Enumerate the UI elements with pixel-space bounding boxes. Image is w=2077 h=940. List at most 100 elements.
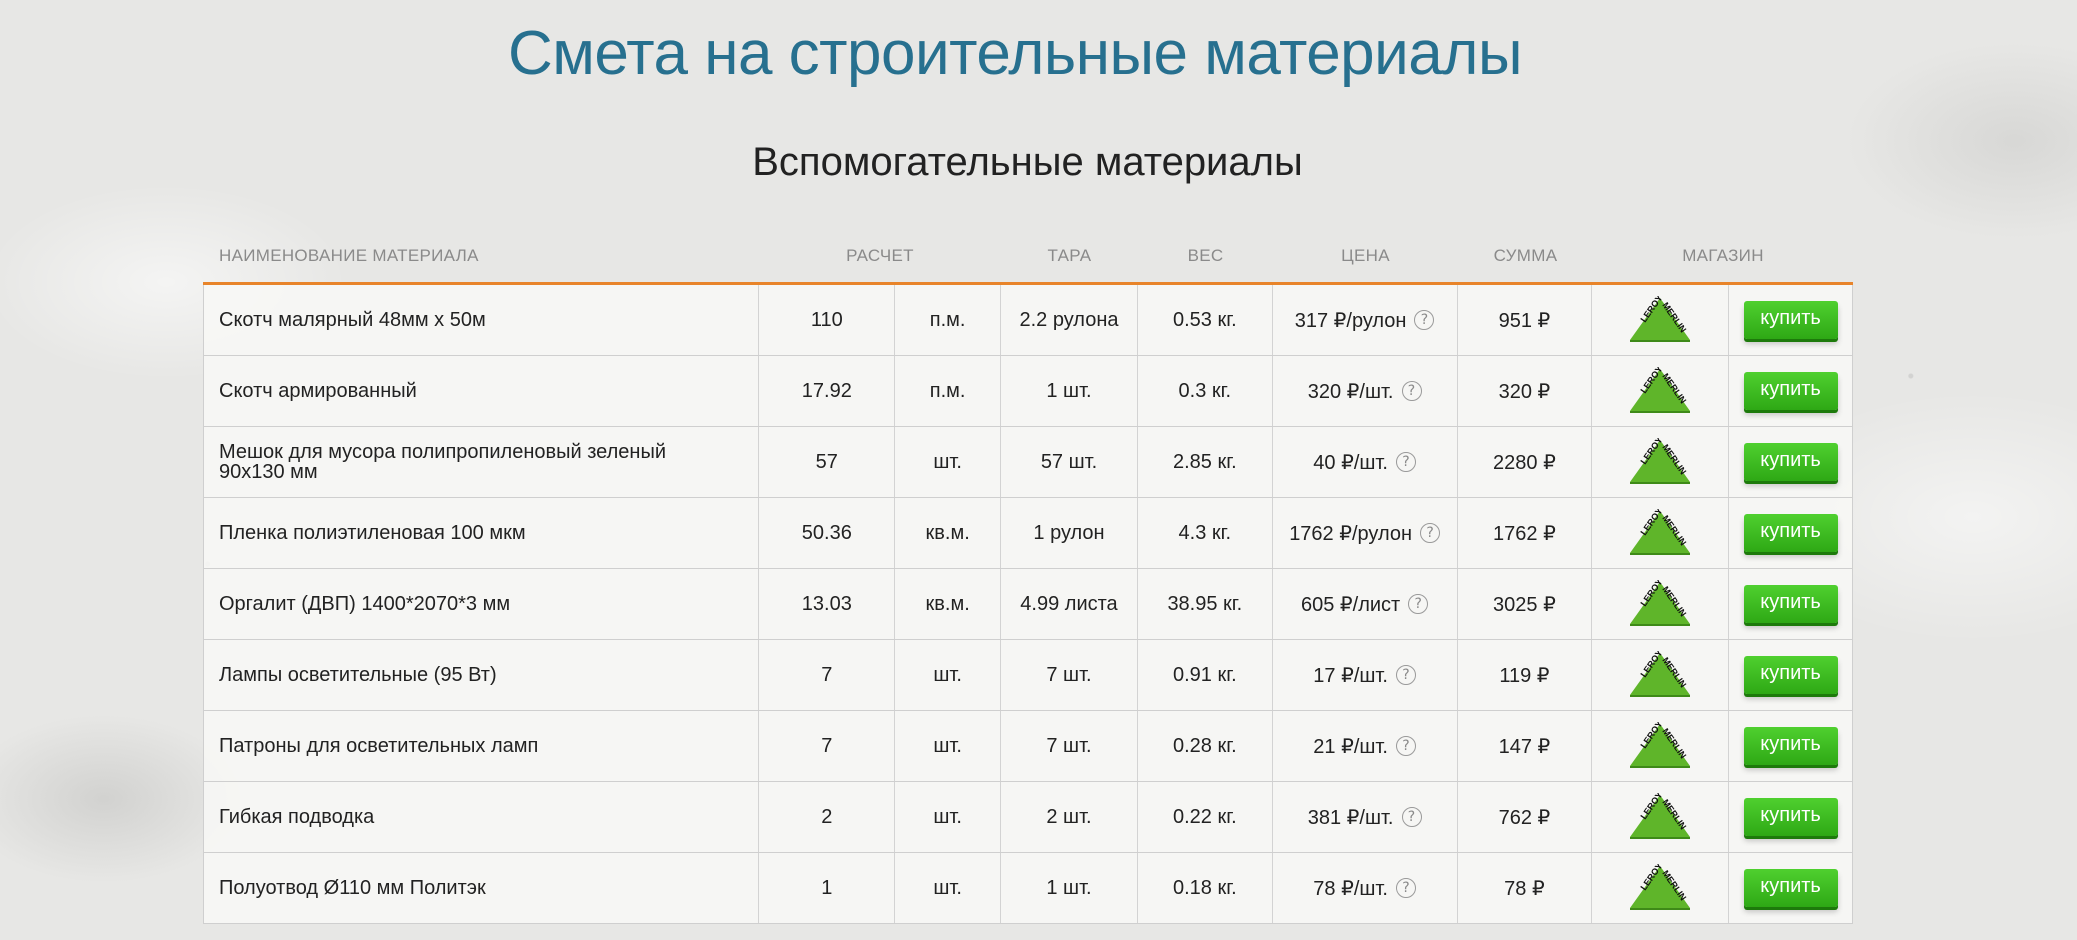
price-value: 320 ₽/шт. [1307,380,1394,403]
calc-unit: п.м. [895,356,1002,426]
table-row: Скотч малярный 48мм х 50м 110 п.м. 2.2 р… [204,285,1852,356]
sum-cell: 2280 ₽ [1458,427,1593,497]
buy-button[interactable]: купить [1743,585,1838,623]
header-calc: РАСЧЕТ [846,246,914,265]
buy-button[interactable]: купить [1743,301,1838,339]
shop-cell: LEROY MERLIN [1592,427,1730,497]
leroy-merlin-logo[interactable]: LEROY MERLIN [1628,651,1692,699]
tara-cell: 57 шт. [1001,427,1138,497]
weight-cell: 0.18 кг. [1138,853,1273,923]
buy-button[interactable]: купить [1743,869,1838,907]
header-tara: ТАРА [1047,246,1092,265]
calc-quantity: 17.92 [759,356,896,426]
buy-cell: купить [1729,427,1852,497]
calc-unit: шт. [895,427,1002,497]
tara-cell: 1 шт. [1001,853,1138,923]
price-value: 40 ₽/шт. [1313,451,1388,474]
help-icon[interactable]: ? [1414,310,1435,330]
price-cell: 605 ₽/лист ? [1273,569,1458,639]
buy-cell: купить [1729,640,1852,710]
page-title: Смета на строительные материалы [507,19,1523,88]
weight-cell: 0.91 кг. [1138,640,1273,710]
help-icon[interactable]: ? [1401,381,1422,401]
calc-quantity: 50.36 [759,498,896,568]
help-icon[interactable]: ? [1420,523,1441,543]
price-cell: 40 ₽/шт. ? [1273,427,1458,497]
calc-quantity: 2 [759,782,896,852]
calc-quantity: 7 [759,711,896,781]
table-row: Мешок для мусора полипропиленовый зелены… [204,427,1852,498]
calc-unit: п.м. [895,285,1002,355]
leroy-merlin-logo[interactable]: LEROY MERLIN [1628,722,1692,770]
calc-unit: шт. [895,782,1002,852]
sum-cell: 147 ₽ [1458,711,1593,781]
weight-cell: 0.22 кг. [1138,782,1273,852]
material-name: Пленка полиэтиленовая 100 мкм [204,498,760,568]
shop-cell: LEROY MERLIN [1592,498,1730,568]
leroy-merlin-logo[interactable]: LEROY MERLIN [1628,580,1692,628]
help-icon[interactable]: ? [1408,594,1429,614]
material-name: Патроны для осветительных ламп [204,711,760,781]
header-name: НАИМЕНОВАНИЕ МАТЕРИАЛА [219,246,479,265]
material-name: Скотч малярный 48мм х 50м [204,285,760,355]
shop-cell: LEROY MERLIN [1592,356,1730,426]
buy-button[interactable]: купить [1743,798,1838,836]
buy-button[interactable]: купить [1743,443,1838,481]
buy-button[interactable]: купить [1743,727,1838,765]
price-cell: 317 ₽/рулон ? [1273,285,1458,355]
calc-unit: кв.м. [895,498,1002,568]
tara-cell: 1 рулон [1001,498,1138,568]
header-price: ЦЕНА [1341,246,1390,265]
shop-cell: LEROY MERLIN [1592,782,1730,852]
price-cell: 381 ₽/шт. ? [1273,782,1458,852]
weight-cell: 0.53 кг. [1138,285,1273,355]
help-icon[interactable]: ? [1395,665,1416,685]
leroy-merlin-logo[interactable]: LEROY MERLIN [1628,296,1692,344]
table-row: Лампы осветительные (95 Вт) 7 шт. 7 шт. … [204,640,1852,711]
material-name: Оргалит (ДВП) 1400*2070*3 мм [204,569,760,639]
shop-cell: LEROY MERLIN [1592,853,1730,923]
help-icon[interactable]: ? [1395,878,1416,898]
weight-cell: 0.28 кг. [1138,711,1273,781]
calc-quantity: 7 [759,640,896,710]
calc-unit: шт. [895,640,1002,710]
tara-cell: 1 шт. [1001,356,1138,426]
calc-quantity: 1 [759,853,896,923]
sum-cell: 320 ₽ [1458,356,1593,426]
sum-cell: 1762 ₽ [1458,498,1593,568]
buy-button[interactable]: купить [1743,514,1838,552]
material-name: Мешок для мусора полипропиленовый зелены… [204,427,760,497]
buy-cell: купить [1729,498,1852,568]
price-value: 381 ₽/шт. [1307,806,1394,829]
table-row: Гибкая подводка 2 шт. 2 шт. 0.22 кг. 381… [204,782,1852,853]
table-row: Полуотвод Ø110 мм Политэк 1 шт. 1 шт. 0.… [204,853,1852,924]
buy-cell: купить [1729,711,1852,781]
leroy-merlin-logo[interactable]: LEROY MERLIN [1628,793,1692,841]
material-name: Лампы осветительные (95 Вт) [204,640,760,710]
sum-cell: 78 ₽ [1458,853,1593,923]
leroy-merlin-logo[interactable]: LEROY MERLIN [1628,438,1692,486]
shop-cell: LEROY MERLIN [1592,640,1730,710]
material-name: Полуотвод Ø110 мм Политэк [204,853,760,923]
help-icon[interactable]: ? [1401,807,1422,827]
tara-cell: 7 шт. [1001,711,1138,781]
section-title: Вспомогательные материалы [752,140,1303,184]
tara-cell: 2 шт. [1001,782,1138,852]
weight-cell: 4.3 кг. [1138,498,1273,568]
buy-button[interactable]: купить [1743,372,1838,410]
table-row: Скотч армированный 17.92 п.м. 1 шт. 0.3 … [204,356,1852,427]
price-cell: 1762 ₽/рулон ? [1273,498,1458,568]
header-weight: ВЕС [1187,246,1224,265]
buy-cell: купить [1729,356,1852,426]
price-cell: 320 ₽/шт. ? [1273,356,1458,426]
price-value: 17 ₽/шт. [1313,664,1388,687]
calc-quantity: 110 [759,285,896,355]
leroy-merlin-logo[interactable]: LEROY MERLIN [1628,864,1692,912]
help-icon[interactable]: ? [1395,736,1416,756]
leroy-merlin-logo[interactable]: LEROY MERLIN [1628,367,1692,415]
price-cell: 21 ₽/шт. ? [1273,711,1458,781]
price-value: 78 ₽/шт. [1313,877,1388,900]
help-icon[interactable]: ? [1395,452,1416,472]
buy-button[interactable]: купить [1743,656,1838,694]
leroy-merlin-logo[interactable]: LEROY MERLIN [1628,509,1692,557]
